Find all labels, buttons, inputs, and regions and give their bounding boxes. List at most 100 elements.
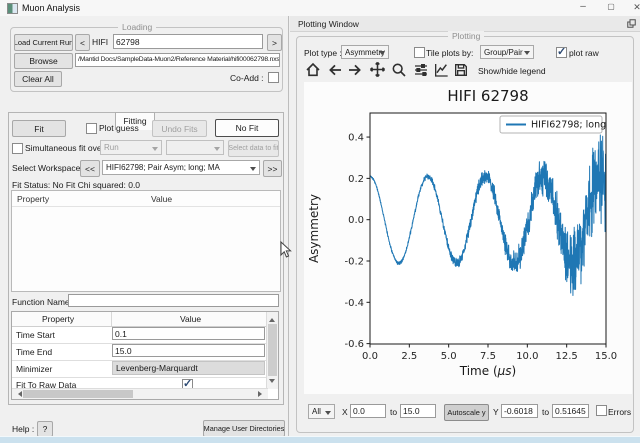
- minimizer-value[interactable]: Levenberg-Marquardt: [112, 361, 265, 375]
- plotting-window: Plotting Window Plotting Plot type : Asy…: [290, 16, 640, 436]
- scroll-thumb[interactable]: [268, 324, 277, 376]
- plot-type-label: Plot type :: [304, 48, 342, 58]
- time-end-value[interactable]: 15.0: [112, 344, 265, 357]
- group-pair-fit-combo[interactable]: [166, 140, 224, 155]
- run-combo[interactable]: Run: [100, 140, 162, 155]
- scroll-thumb[interactable]: [23, 390, 133, 398]
- undo-fits-button[interactable]: Undo Fits: [152, 120, 207, 137]
- workspace-combo[interactable]: HIFI62798; Pair Asym; long; MA: [102, 160, 260, 175]
- desktop: { "window": { "title": "Muon Analysis", …: [0, 0, 640, 442]
- svg-text:0.4: 0.4: [348, 133, 364, 144]
- svg-text:HIFI 62798: HIFI 62798: [447, 87, 528, 105]
- help-button[interactable]: ?: [37, 421, 53, 437]
- show-hide-legend-button[interactable]: Show/hide legend: [478, 66, 546, 76]
- y-max-input[interactable]: [552, 404, 589, 418]
- minimize-button[interactable]: –: [574, 0, 592, 15]
- no-fit-button[interactable]: No Fit: [215, 119, 279, 137]
- plot-guess-label: Plot guess: [99, 123, 139, 133]
- help-label: Help :: [12, 424, 34, 434]
- errors-label: Errors: [608, 407, 631, 417]
- param-property-header: Property: [17, 194, 49, 204]
- time-end-text: 15.0: [115, 346, 132, 356]
- fit-settings-table[interactable]: Property Value Time Start 0.1 Time End 1…: [11, 311, 279, 400]
- horizontal-scrollbar[interactable]: [12, 388, 268, 399]
- browse-button[interactable]: Browse: [14, 53, 73, 69]
- settings-header-divider: [111, 312, 112, 326]
- workspace-prev-button[interactable]: <<: [80, 160, 100, 177]
- autoscale-y-button[interactable]: Autoscale y: [444, 404, 489, 421]
- minimizer-text: Levenberg-Marquardt: [116, 363, 198, 373]
- svg-text:12.5: 12.5: [556, 351, 578, 362]
- run-combo-value: Run: [104, 143, 119, 152]
- subplot-settings-icon[interactable]: [412, 61, 430, 78]
- plot-type-combo[interactable]: Asymmetry: [341, 45, 389, 59]
- svg-text:15.0: 15.0: [595, 351, 617, 362]
- maximize-button[interactable]: ▢: [602, 0, 620, 15]
- svg-text:0.0: 0.0: [362, 351, 378, 362]
- co-add-label: Co-Add :: [230, 73, 264, 83]
- select-data-to-fit-button[interactable]: Select data to fit: [228, 140, 279, 157]
- back-arrow-icon[interactable]: [326, 61, 344, 78]
- svg-text:10.0: 10.0: [516, 351, 538, 362]
- previous-run-button[interactable]: <: [75, 34, 90, 51]
- window-title: Muon Analysis: [22, 3, 80, 13]
- mouse-cursor: [280, 241, 292, 259]
- tile-plots-label: Tile plots by:: [426, 48, 473, 58]
- forward-arrow-icon[interactable]: [346, 61, 364, 78]
- pan-icon[interactable]: [368, 61, 386, 78]
- tile-plots-checkbox[interactable]: [414, 47, 425, 58]
- x-min-input[interactable]: [350, 404, 386, 418]
- fit-parameters-table[interactable]: Property Value: [11, 190, 281, 292]
- file-path-field[interactable]: /Mantid Docs/SampleData-Muon2/Reference …: [75, 53, 280, 67]
- workspace-next-button[interactable]: >>: [263, 160, 282, 177]
- plot-options-icon[interactable]: [432, 61, 450, 78]
- co-add-checkbox[interactable]: [268, 72, 279, 83]
- home-icon[interactable]: [304, 61, 322, 78]
- run-number-input[interactable]: [113, 34, 263, 49]
- time-start-value[interactable]: 0.1: [112, 327, 265, 340]
- clear-all-button[interactable]: Clear All: [14, 71, 62, 87]
- scroll-down-arrow[interactable]: [269, 379, 275, 386]
- table-row[interactable]: Time End 15.0: [12, 343, 268, 361]
- fit-button[interactable]: Fit: [12, 120, 66, 137]
- float-window-icon[interactable]: [627, 19, 636, 28]
- x-max-input[interactable]: [400, 404, 436, 418]
- plotting-title: Plotting Window: [298, 19, 359, 29]
- simultaneous-fit-checkbox[interactable]: [12, 143, 23, 154]
- plot-guess-checkbox[interactable]: [86, 123, 97, 134]
- load-current-run-button[interactable]: Load Current Run: [14, 34, 73, 51]
- x-range-label: X: [342, 407, 348, 417]
- save-icon[interactable]: [452, 61, 470, 78]
- svg-text:-0.2: -0.2: [344, 256, 364, 267]
- simultaneous-fit-label: Simultaneous fit over: [25, 143, 104, 153]
- scroll-right-arrow[interactable]: [258, 391, 265, 397]
- plot-raw-label: plot raw: [569, 48, 599, 58]
- vertical-scrollbar[interactable]: [266, 312, 278, 389]
- y-to-label: to: [542, 407, 549, 417]
- param-value-header: Value: [151, 194, 172, 204]
- table-row[interactable]: Minimizer Levenberg-Marquardt: [12, 360, 268, 378]
- next-run-button[interactable]: >: [267, 34, 282, 51]
- row-property: Minimizer: [16, 364, 52, 374]
- y-min-input[interactable]: [501, 404, 538, 418]
- tile-by-combo[interactable]: Group/Pair: [480, 45, 534, 59]
- plot-slot-value: All: [312, 407, 321, 416]
- scroll-up-arrow[interactable]: [269, 315, 275, 322]
- asymmetry-plot[interactable]: 0.02.55.07.510.012.515.00.40.20.0-0.2-0.…: [304, 82, 632, 394]
- svg-text:-0.6: -0.6: [344, 339, 364, 350]
- errors-checkbox[interactable]: [596, 405, 607, 416]
- close-button[interactable]: ✕: [628, 0, 640, 15]
- plotting-legend: Plotting: [448, 31, 484, 41]
- settings-header-row: Property Value: [12, 312, 268, 327]
- plot-raw-checkbox[interactable]: [556, 47, 567, 58]
- function-name-input[interactable]: [68, 294, 279, 307]
- manage-user-directories-button[interactable]: Manage User Directories: [203, 420, 285, 437]
- zoom-icon[interactable]: [390, 61, 408, 78]
- function-name-label: Function Name: [12, 297, 70, 307]
- plotting-titlebar: Plotting Window: [290, 16, 640, 32]
- table-row[interactable]: Time Start 0.1: [12, 326, 268, 344]
- file-path-text: /Mantid Docs/SampleData-Muon2/Reference …: [78, 56, 280, 63]
- scroll-left-arrow[interactable]: [15, 391, 22, 397]
- tile-by-value: Group/Pair: [484, 48, 523, 57]
- plot-slot-combo[interactable]: All: [308, 404, 335, 419]
